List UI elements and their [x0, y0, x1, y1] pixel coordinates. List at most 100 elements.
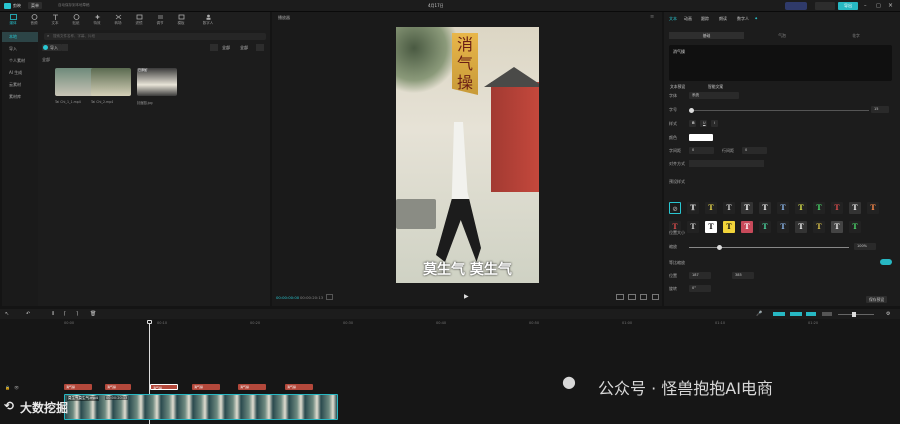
view-toggle-icon[interactable] [62, 44, 68, 51]
snap-icon[interactable] [773, 312, 785, 316]
zoom-slider-handle[interactable] [852, 312, 856, 317]
sidebar-item-local[interactable]: 本地 [2, 32, 38, 42]
project-name[interactable]: 4月17日 [428, 3, 444, 9]
style-13[interactable]: T [687, 221, 699, 233]
size-input[interactable]: 15 [871, 106, 889, 113]
shortcut-button[interactable] [815, 2, 835, 10]
split-right-icon[interactable]: ⌉ [76, 311, 78, 317]
text-clip[interactable]: 消气操 [192, 384, 220, 390]
subtab-basic[interactable]: 基础 [669, 32, 744, 39]
style-21[interactable]: T [831, 221, 843, 233]
style-1[interactable]: T [687, 202, 699, 214]
tool-media[interactable]: 媒体 [4, 13, 22, 29]
text-clip[interactable]: 消气操 [64, 384, 92, 390]
minimize-icon[interactable]: – [864, 3, 867, 9]
ratio-icon[interactable] [628, 294, 636, 300]
style-19[interactable]: T [795, 221, 807, 233]
uniform-scale-toggle[interactable] [880, 259, 892, 265]
delete-icon[interactable]: 🗑 [90, 311, 96, 317]
style-22[interactable]: T [849, 221, 861, 233]
settings-icon[interactable] [256, 44, 264, 51]
style-17[interactable]: T [759, 221, 771, 233]
position-y-input[interactable]: 385 [732, 272, 754, 279]
zoom-fit-icon[interactable] [822, 312, 832, 316]
style-4[interactable]: T [741, 202, 753, 214]
vip-badge[interactable] [785, 2, 807, 10]
text-clip[interactable]: 消气操 [285, 384, 313, 390]
bold-button[interactable]: B [689, 120, 696, 127]
tool-template[interactable]: 模板 [172, 13, 190, 29]
text-preset-button[interactable]: 文本预设 [670, 84, 685, 90]
play-button[interactable]: ▶ [464, 293, 469, 300]
export-button[interactable]: 导出 [838, 2, 858, 10]
style-3[interactable]: T [723, 202, 735, 214]
tool-adjust[interactable]: 调节 [151, 13, 169, 29]
italic-button[interactable]: I [711, 120, 718, 127]
fullscreen-icon[interactable] [640, 294, 647, 300]
tool-text[interactable]: 文本 [46, 13, 64, 29]
zoom-slider[interactable] [838, 312, 874, 317]
style-none[interactable]: ⊘ [669, 202, 681, 214]
tab-tracking[interactable]: 跟踪 [701, 16, 709, 22]
text-clip[interactable]: 消气操 [105, 384, 131, 390]
spacing-input[interactable]: 0 [689, 147, 714, 154]
fit-icon[interactable] [616, 294, 624, 300]
subtab-bubble[interactable]: 气泡 [746, 32, 818, 39]
tool-digital-human[interactable]: 数字人 [196, 13, 220, 29]
style-16[interactable]: T [741, 221, 753, 233]
size-slider-handle[interactable] [689, 108, 694, 113]
sidebar-item-cloud[interactable]: 云素材 [2, 80, 38, 90]
filter-dropdown[interactable]: 全部 [240, 45, 248, 51]
menu-button[interactable]: 菜单 [28, 2, 42, 9]
smart-copy-button[interactable]: 智能文案 [708, 84, 723, 90]
tool-effects[interactable]: 特效 [88, 13, 106, 29]
style-18[interactable]: T [777, 221, 789, 233]
media-thumb-2[interactable] [91, 68, 131, 96]
track-lock-icon[interactable]: 🔒 [5, 385, 10, 390]
style-9[interactable]: T [831, 202, 843, 214]
sort-dropdown[interactable]: 全部 [222, 45, 230, 51]
playhead-handle[interactable] [147, 320, 152, 324]
style-5[interactable]: T [759, 202, 771, 214]
style-14[interactable]: T [705, 221, 717, 233]
media-thumb-3[interactable]: 已添加 [137, 68, 177, 96]
line-spacing-input[interactable]: 0 [742, 147, 767, 154]
select-tool-icon[interactable]: ↖ [5, 311, 9, 317]
link-icon[interactable] [790, 312, 802, 316]
preview-axis-icon[interactable] [806, 312, 816, 316]
sidebar-item-personal[interactable]: 个人素材 [2, 56, 38, 66]
sidebar-item-import[interactable]: 导入 [2, 44, 38, 54]
tool-filter[interactable]: 滤镜 [130, 13, 148, 29]
scale-slider[interactable] [689, 245, 849, 250]
style-8[interactable]: T [813, 202, 825, 214]
style-20[interactable]: T [813, 221, 825, 233]
tool-sticker[interactable]: 贴纸 [67, 13, 85, 29]
style-7[interactable]: T [795, 202, 807, 214]
close-icon[interactable]: × [888, 2, 893, 9]
split-icon[interactable]: ⫴ [52, 311, 54, 317]
tab-animation[interactable]: 动画 [684, 16, 692, 22]
tab-read[interactable]: 朗读 [719, 16, 727, 22]
time-ruler[interactable]: 00:00 00:10 00:20 00:30 00:40 00:50 01:0… [62, 321, 900, 327]
color-swatch[interactable] [689, 134, 713, 141]
text-content-input[interactable]: 消气操 [669, 45, 892, 81]
font-select[interactable]: 系统 [689, 92, 739, 99]
timecode-icon[interactable] [326, 294, 333, 300]
preview-canvas[interactable]: 消气操 莫生气 莫生气 [396, 27, 539, 283]
style-10[interactable]: T [849, 202, 861, 214]
align-buttons[interactable] [689, 160, 764, 167]
sidebar-item-library[interactable]: 素材库 [2, 92, 38, 102]
main-video-clip[interactable]: 莫生气莫生气.mp4 00:00:20:13 [64, 394, 338, 420]
player-menu-icon[interactable]: ≡ [650, 14, 654, 20]
style-15[interactable]: T [723, 221, 735, 233]
size-slider[interactable] [689, 108, 869, 113]
underline-button[interactable]: U [700, 120, 707, 127]
tab-text[interactable]: 文本 [669, 16, 677, 22]
style-6[interactable]: T [777, 202, 789, 214]
tool-audio[interactable]: 音频 [25, 13, 43, 29]
track-visible-icon[interactable]: 👁 [14, 385, 19, 390]
tool-transition[interactable]: 转场 [109, 13, 127, 29]
rotation-input[interactable]: 0° [689, 285, 711, 292]
subtab-fancy[interactable]: 花字 [820, 32, 892, 39]
grid-icon[interactable] [210, 44, 218, 51]
